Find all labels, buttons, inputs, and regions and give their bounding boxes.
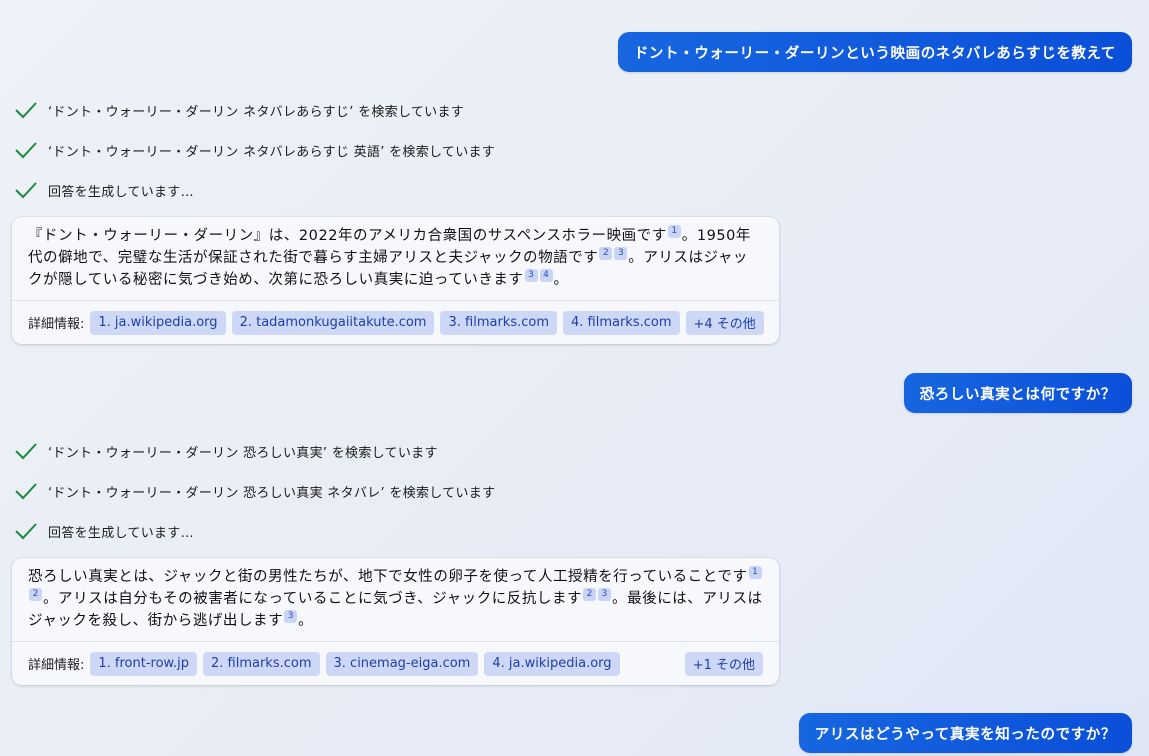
answer-segment: 。 bbox=[298, 613, 314, 629]
answer-segment: 恐ろしい真実とは、ジャックと街の男性たちが、地下で女性の卵子を使って人工授精を行… bbox=[28, 569, 748, 585]
search-status-step: ‘ドント・ウォーリー・ダーリン 恐ろしい真実 ネタバレ’ を検索しています bbox=[14, 478, 495, 504]
answer-text: 恐ろしい真実とは、ジャックと街の男性たちが、地下で女性の卵子を使って人工授精を行… bbox=[12, 558, 779, 641]
source-link[interactable]: 2. tadamonkugaiitakute.com bbox=[231, 310, 435, 335]
source-link[interactable]: 4. ja.wikipedia.org bbox=[484, 651, 620, 676]
citation-badge[interactable]: 2 bbox=[583, 588, 597, 601]
answer-card: 恐ろしい真実とは、ジャックと街の男性たちが、地下で女性の卵子を使って人工授精を行… bbox=[12, 558, 779, 685]
citation-badge[interactable]: 2 bbox=[599, 247, 613, 260]
search-status-text: ‘ドント・ウォーリー・ダーリン ネタバレあらすじ’ を検索しています bbox=[48, 104, 465, 120]
source-link[interactable]: 3. filmarks.com bbox=[440, 310, 557, 335]
check-icon bbox=[15, 523, 37, 540]
more-sources-button[interactable]: +4 その他 bbox=[685, 310, 764, 335]
source-link[interactable]: 4. filmarks.com bbox=[563, 310, 680, 335]
search-status-text: ‘ドント・ウォーリー・ダーリン 恐ろしい真実’ を検索しています bbox=[48, 445, 438, 461]
generating-status-step: 回答を生成しています… bbox=[14, 518, 194, 544]
answer-text: 『ドント・ウォーリー・ダーリン』は、2022年のアメリカ合衆国のサスペンスホラー… bbox=[12, 217, 779, 300]
citation-badge[interactable]: 1 bbox=[667, 225, 681, 238]
source-link[interactable]: 2. filmarks.com bbox=[203, 651, 320, 676]
more-sources-button[interactable]: +1 その他 bbox=[684, 651, 763, 676]
citation-badge[interactable]: 3 bbox=[598, 588, 612, 601]
user-message-text: アリスはどうやって真実を知ったのですか？ bbox=[814, 726, 1116, 743]
citation-badge[interactable]: 3 bbox=[524, 269, 538, 282]
search-status-step: ‘ドント・ウォーリー・ダーリン 恐ろしい真実’ を検索しています bbox=[14, 438, 438, 464]
check-icon bbox=[15, 142, 37, 159]
citation-badge[interactable]: 3 bbox=[614, 247, 628, 260]
sources-label: 詳細情報: bbox=[28, 658, 85, 673]
sources-row: 詳細情報: 1. front-row.jp 2. filmarks.com 3.… bbox=[12, 641, 779, 685]
citation-badge[interactable]: 2 bbox=[29, 588, 42, 601]
answer-card: 『ドント・ウォーリー・ダーリン』は、2022年のアメリカ合衆国のサスペンスホラー… bbox=[12, 217, 779, 344]
search-status-text: ‘ドント・ウォーリー・ダーリン ネタバレあらすじ 英語’ を検索しています bbox=[48, 144, 496, 160]
user-message-text: ドント・ウォーリー・ダーリンという映画のネタバレあらすじを教えて bbox=[633, 45, 1116, 62]
sources-label: 詳細情報: bbox=[28, 317, 85, 332]
search-status-step: ‘ドント・ウォーリー・ダーリン ネタバレあらすじ 英語’ を検索しています bbox=[14, 137, 495, 163]
user-message: アリスはどうやって真実を知ったのですか？ bbox=[798, 713, 1132, 753]
sources-row: 詳細情報: 1. ja.wikipedia.org 2. tadamonkuga… bbox=[12, 300, 779, 344]
source-link[interactable]: 1. ja.wikipedia.org bbox=[90, 310, 226, 335]
check-icon bbox=[15, 102, 37, 119]
source-link[interactable]: 3. cinemag-eiga.com bbox=[325, 651, 479, 676]
answer-segment: 『ドント・ウォーリー・ダーリン』は、2022年のアメリカ合衆国のサスペンスホラー… bbox=[28, 228, 667, 244]
user-message: 恐ろしい真実とは何ですか？ bbox=[903, 373, 1132, 413]
answer-segment: 。アリスは自分もその被害者になっていることに気づき、ジャックに反抗します bbox=[43, 591, 583, 607]
user-message: ドント・ウォーリー・ダーリンという映画のネタバレあらすじを教えて bbox=[617, 32, 1132, 72]
user-message-text: 恐ろしい真実とは何ですか？ bbox=[919, 386, 1116, 403]
source-link[interactable]: 1. front-row.jp bbox=[90, 651, 197, 676]
citation-badge[interactable]: 3 bbox=[284, 610, 298, 623]
check-icon bbox=[15, 483, 37, 500]
generating-status-step: 回答を生成しています… bbox=[14, 177, 194, 203]
check-icon bbox=[15, 182, 37, 199]
citation-badge[interactable]: 4 bbox=[539, 269, 553, 282]
answer-segment: 。 bbox=[553, 272, 569, 288]
check-icon bbox=[15, 443, 37, 460]
generating-status-text: 回答を生成しています… bbox=[48, 525, 194, 541]
citation-badge[interactable]: 1 bbox=[748, 566, 762, 579]
search-status-step: ‘ドント・ウォーリー・ダーリン ネタバレあらすじ’ を検索しています bbox=[14, 97, 464, 123]
search-status-text: ‘ドント・ウォーリー・ダーリン 恐ろしい真実 ネタバレ’ を検索しています bbox=[48, 485, 496, 501]
generating-status-text: 回答を生成しています… bbox=[48, 184, 194, 200]
